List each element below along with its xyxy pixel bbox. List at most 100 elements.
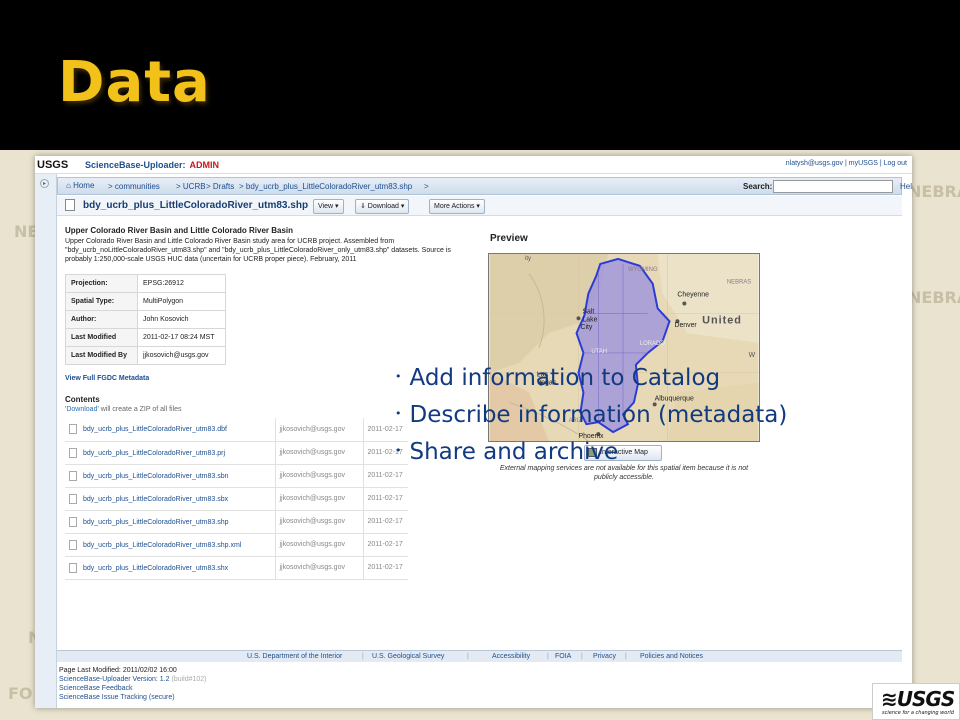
- footer-link[interactable]: U.S. Department of the Interior: [247, 653, 342, 660]
- breadcrumb: ⌂ Home > communities > UCRB > Drafts > b…: [57, 177, 912, 195]
- feedback-link[interactable]: ScienceBase Feedback: [59, 684, 207, 693]
- app-name-text[interactable]: ScienceBase-Uploader:: [85, 160, 186, 170]
- bullet-text: Add information to Catalog: [409, 365, 721, 391]
- map-label: W: [749, 352, 756, 359]
- download-button[interactable]: ⇓ Download ▾: [355, 199, 410, 214]
- file-link[interactable]: bdy_ucrb_plus_LittleColoradoRiver_utm83.…: [83, 472, 229, 479]
- map-label: Denver: [674, 322, 697, 329]
- home-link[interactable]: ⌂ Home: [66, 181, 94, 190]
- bullet-item: • Describe information (metadata): [395, 397, 787, 434]
- file-icon: [69, 470, 77, 481]
- file-link[interactable]: bdy_ucrb_plus_LittleColoradoRiver_utm83.…: [83, 449, 225, 456]
- page-modified: Page Last Modified: 2011/02/02 16:00: [59, 667, 177, 674]
- bullet-text: Share and archive: [409, 439, 619, 465]
- file-table: bdy_ucrb_plus_LittleColoradoRiver_utm83.…: [65, 418, 408, 580]
- file-row: bdy_ucrb_plus_LittleColoradoRiver_utm83.…: [65, 464, 408, 488]
- item-title: bdy_ucrb_plus_LittleColoradoRiver_utm83.…: [83, 200, 309, 211]
- preview-heading: Preview: [490, 233, 528, 244]
- footer-links: U.S. Department of the Interior | U.S. G…: [57, 650, 902, 662]
- file-date: 2011-02-17: [362, 556, 408, 580]
- home-label: Home: [73, 181, 95, 190]
- file-icon: [65, 199, 75, 211]
- version-line: ScienceBase-Uploader Version: 1.2 (build…: [59, 675, 207, 684]
- file-link[interactable]: bdy_ucrb_plus_LittleColoradoRiver_utm83.…: [83, 426, 227, 433]
- breadcrumb-item[interactable]: > bdy_ucrb_plus_LittleColoradoRiver_utm8…: [239, 182, 412, 191]
- bg-map-label: NEBRA: [908, 288, 960, 307]
- footer-link[interactable]: Policies and Notices: [640, 653, 703, 660]
- map-label: Lake: [582, 316, 597, 323]
- file-row: bdy_ucrb_plus_LittleColoradoRiver_utm83.…: [65, 510, 408, 534]
- footer-link[interactable]: Accessibility: [492, 653, 530, 660]
- more-actions-button[interactable]: More Actions ▾: [429, 199, 485, 214]
- download-all-link[interactable]: 'Download': [65, 406, 99, 413]
- footer-link[interactable]: U.S. Geological Survey: [372, 653, 444, 660]
- breadcrumb-item[interactable]: > Drafts: [206, 182, 234, 191]
- fgdc-metadata-link[interactable]: View Full FGDC Metadata: [65, 375, 149, 382]
- map-label: NEBRAS: [727, 280, 751, 286]
- slide-title: Data: [58, 50, 211, 115]
- issue-tracking-link[interactable]: ScienceBase Issue Tracking (secure): [59, 693, 207, 702]
- file-icon: [69, 493, 77, 504]
- footer-separator: |: [625, 653, 627, 660]
- metadata-key: Spatial Type:: [65, 292, 138, 311]
- metadata-value: EPSG:26912: [137, 274, 226, 293]
- item-heading: Upper Colorado River Basin and Little Co…: [65, 226, 294, 235]
- search-label: Search:: [743, 182, 773, 191]
- map-label: WYOMING: [628, 267, 658, 273]
- expand-panel-icon[interactable]: ▸: [40, 179, 49, 188]
- metadata-row: Spatial Type: MultiPolygon: [65, 292, 226, 311]
- top-bar: USGS ScienceBase-Uploader: ADMIN nlatysh@…: [35, 156, 912, 174]
- user-links[interactable]: nlatysh@usgs.gov | myUSGS | Log out: [786, 160, 907, 167]
- bullet-text: Describe information (metadata): [409, 402, 788, 428]
- metadata-row: Last Modified By jjkosovich@usgs.gov: [65, 346, 226, 365]
- footer-link[interactable]: FOIA: [555, 653, 571, 660]
- breadcrumb-item: >: [424, 182, 429, 191]
- file-row: bdy_ucrb_plus_LittleColoradoRiver_utm83.…: [65, 533, 408, 557]
- metadata-value: jjkosovich@usgs.gov: [137, 346, 226, 365]
- file-user: jjkosovich@usgs.gov: [274, 464, 363, 488]
- file-user: jjkosovich@usgs.gov: [274, 556, 363, 580]
- footer-link[interactable]: Privacy: [593, 653, 616, 660]
- bg-map-label: NEBRA: [908, 182, 960, 201]
- file-link[interactable]: bdy_ucrb_plus_LittleColoradoRiver_utm83.…: [83, 541, 241, 548]
- file-link[interactable]: bdy_ucrb_plus_LittleColoradoRiver_utm83.…: [83, 564, 228, 571]
- admin-badge: ADMIN: [189, 160, 220, 170]
- search-input[interactable]: [773, 180, 893, 193]
- file-date: 2011-02-17: [362, 487, 408, 511]
- file-icon: [69, 424, 77, 435]
- bullet-icon: •: [395, 444, 402, 457]
- metadata-key: Author:: [65, 310, 138, 329]
- slide-bullets: • Add information to Catalog • Describe in…: [395, 360, 787, 471]
- file-link[interactable]: bdy_ucrb_plus_LittleColoradoRiver_utm83.…: [83, 518, 229, 525]
- build-number: (build#102): [171, 676, 207, 683]
- map-label: LORADO: [640, 341, 665, 347]
- view-button[interactable]: View ▾: [313, 199, 344, 214]
- file-date: 2011-02-17: [362, 510, 408, 534]
- usgs-logo[interactable]: USGS: [37, 159, 68, 171]
- metadata-row: Author: John Kosovich: [65, 310, 226, 329]
- breadcrumb-item[interactable]: > UCRB: [176, 182, 206, 191]
- file-link[interactable]: bdy_ucrb_plus_LittleColoradoRiver_utm83.…: [83, 495, 228, 502]
- usgs-corner-logo: ≋USGS science for a changing world: [872, 683, 960, 720]
- metadata-key: Last Modified By: [65, 346, 138, 365]
- contents-heading: Contents: [65, 395, 100, 404]
- footer-separator: |: [581, 653, 583, 660]
- file-user: jjkosovich@usgs.gov: [274, 418, 363, 442]
- file-row: bdy_ucrb_plus_LittleColoradoRiver_utm83.…: [65, 487, 408, 511]
- help-link[interactable]: Help: [900, 182, 912, 191]
- map-label: City: [580, 324, 592, 331]
- footer-separator: |: [362, 653, 364, 660]
- item-toolbar: bdy_ucrb_plus_LittleColoradoRiver_utm83.…: [57, 196, 902, 216]
- version-link[interactable]: ScienceBase-Uploader Version: 1.2: [59, 676, 170, 683]
- bg-map-label: FO: [8, 684, 33, 703]
- file-icon: [69, 562, 77, 573]
- file-icon: [69, 516, 77, 527]
- file-user: jjkosovich@usgs.gov: [274, 441, 363, 465]
- metadata-key: Projection:: [65, 274, 138, 293]
- breadcrumb-item[interactable]: > communities: [108, 182, 160, 191]
- file-date: 2011-02-17: [362, 533, 408, 557]
- metadata-row: Projection: EPSG:26912: [65, 274, 226, 293]
- file-row: bdy_ucrb_plus_LittleColoradoRiver_utm83.…: [65, 441, 408, 465]
- file-icon: [69, 447, 77, 458]
- bullet-item: • Share and archive: [395, 434, 787, 471]
